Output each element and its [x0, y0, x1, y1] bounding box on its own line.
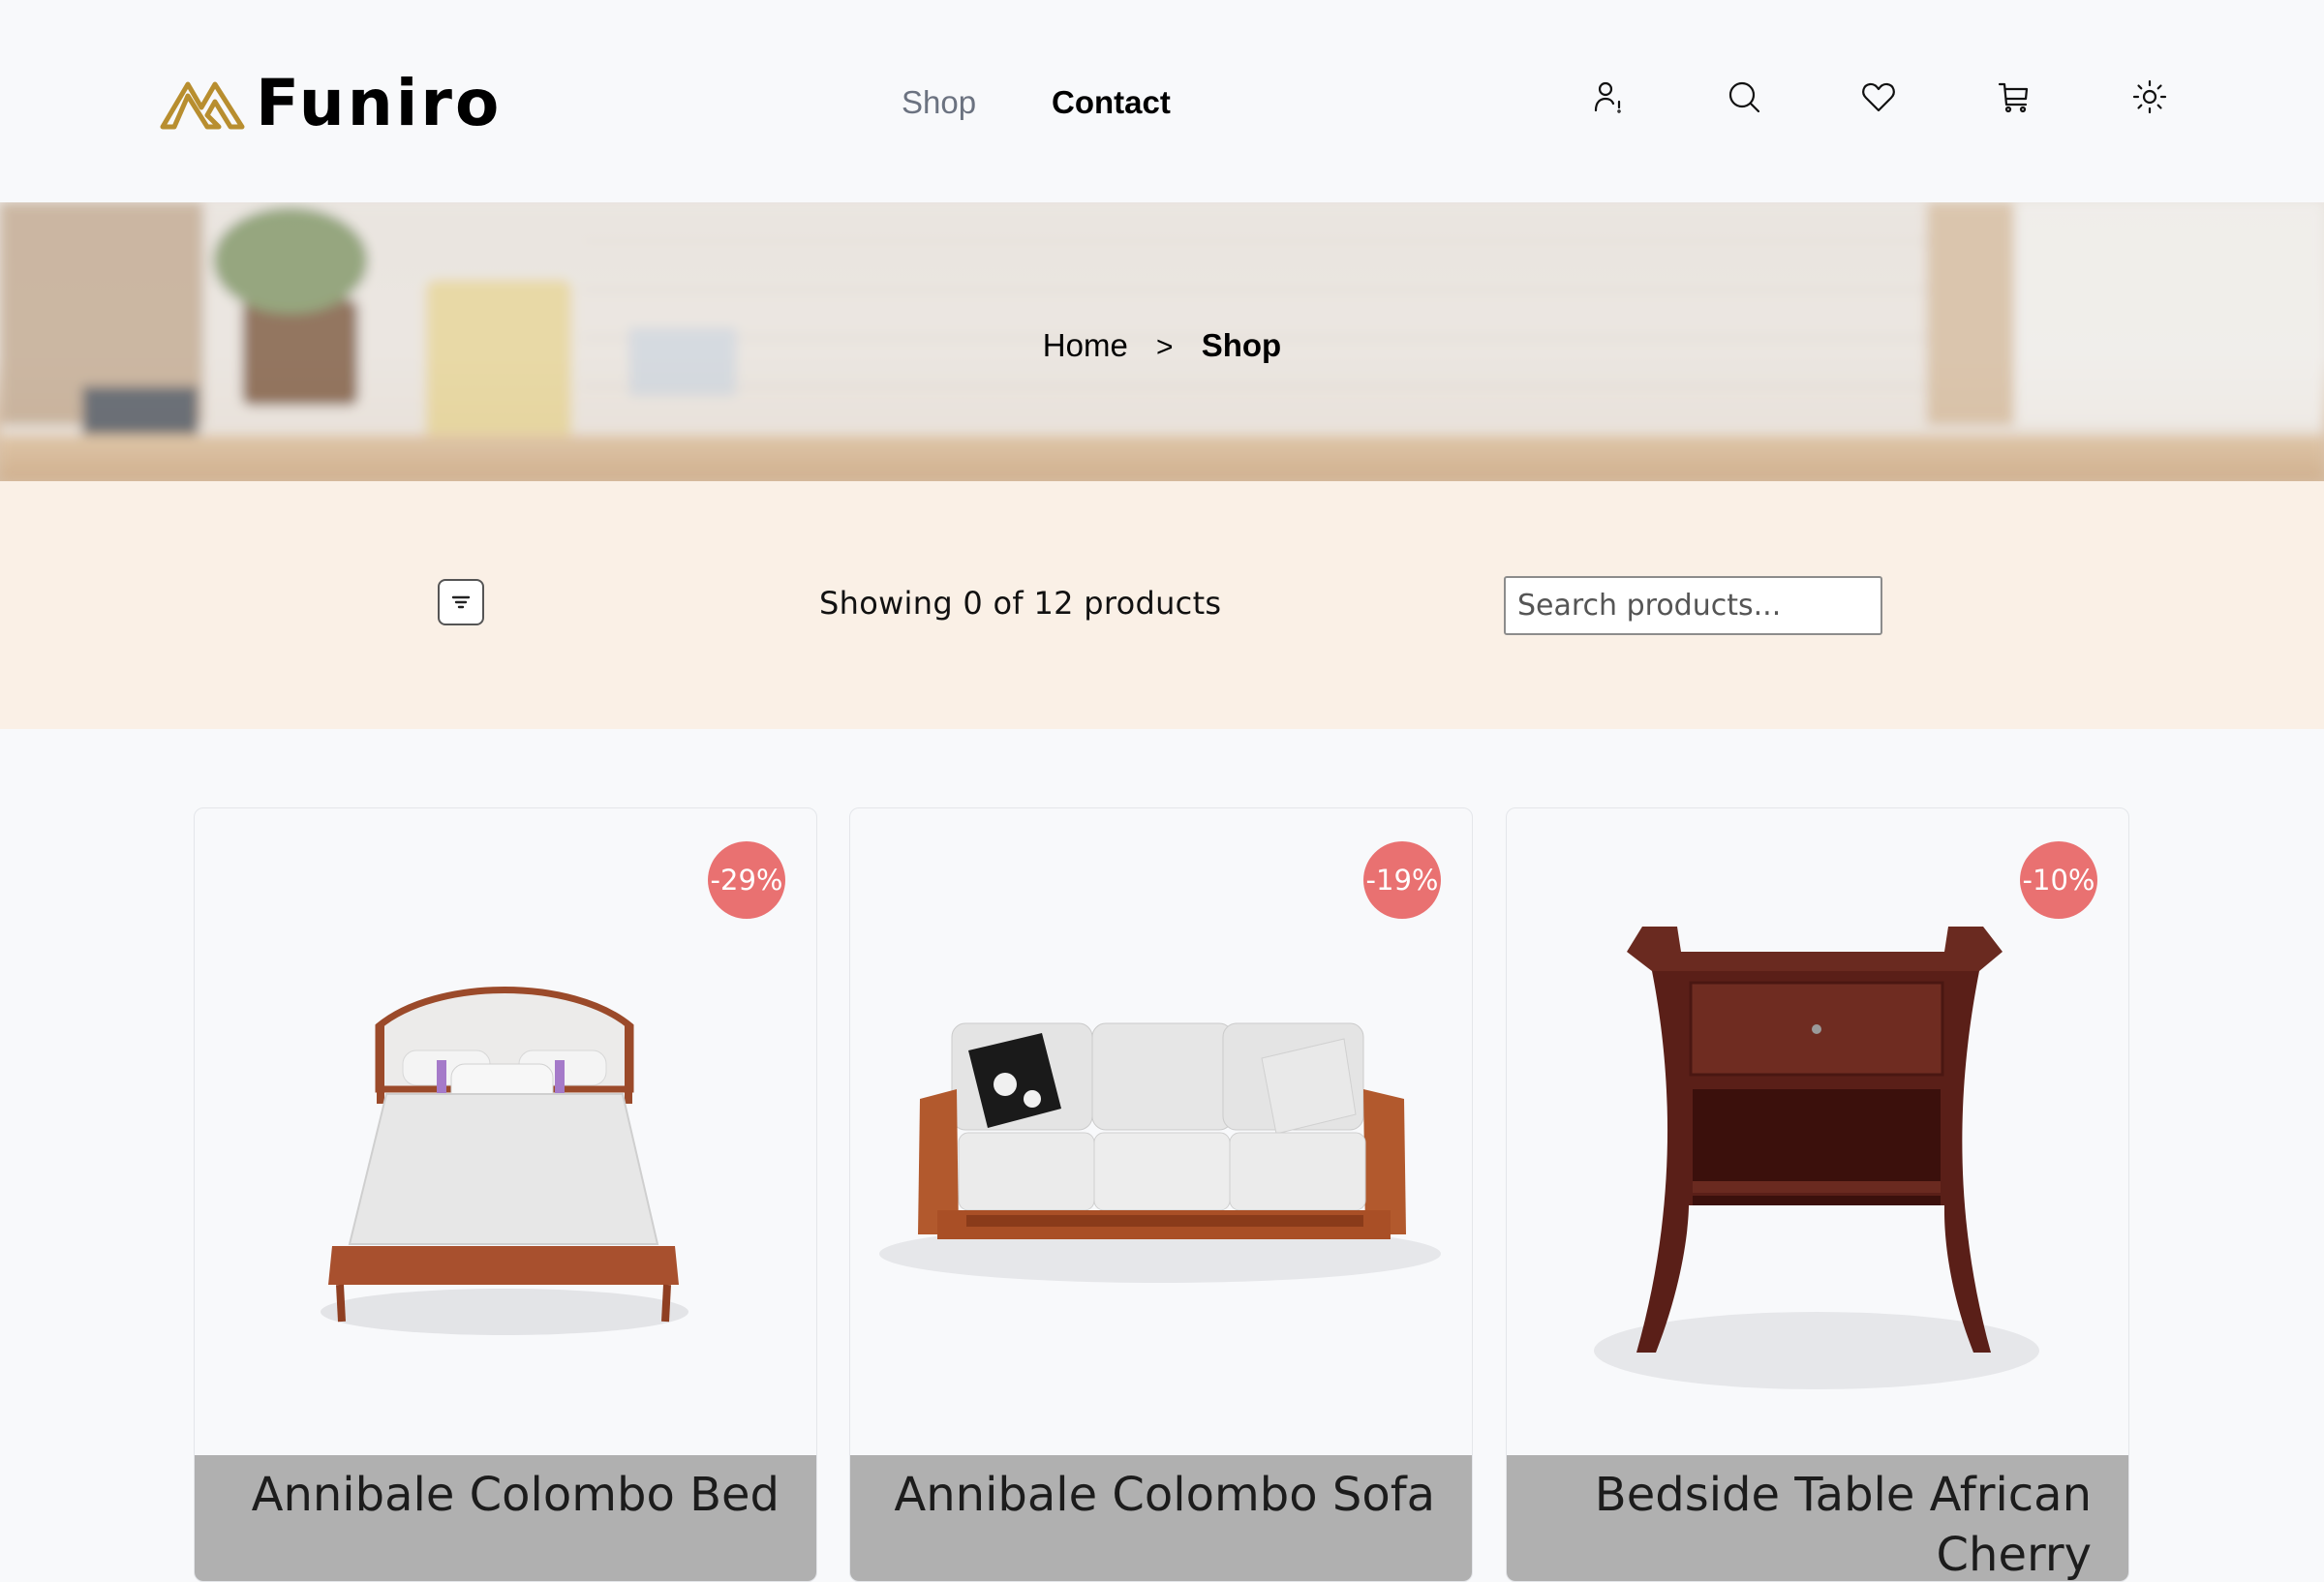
search-icon[interactable] — [1723, 76, 1765, 118]
product-name[interactable]: Annibale Colombo Sofa — [850, 1465, 1435, 1525]
product-card[interactable]: -29% Annibale Colombo Bed — [194, 807, 817, 1582]
product-name[interactable]: Bedside Table African Cherry — [1507, 1465, 2092, 1581]
breadcrumb-separator: > — [1156, 331, 1174, 363]
product-name[interactable]: Annibale Colombo Bed — [195, 1465, 780, 1525]
nav-contact-link[interactable]: Contact — [1052, 81, 1171, 124]
account-alert-icon[interactable] — [1586, 76, 1629, 118]
brand-name: Funiro — [256, 66, 503, 140]
heart-icon[interactable] — [1857, 76, 1900, 118]
filter-bar: Showing 0 of 12 products — [0, 481, 2324, 729]
product-info: Annibale Colombo Bed — [195, 1455, 816, 1581]
results-count: Showing 0 of 12 products — [819, 585, 1222, 622]
product-info: Annibale Colombo Sofa — [850, 1455, 1472, 1581]
breadcrumb-home-link[interactable]: Home — [1043, 327, 1128, 363]
sun-icon[interactable] — [2128, 76, 2171, 118]
filter-icon — [451, 595, 471, 609]
discount-badge: -29% — [708, 841, 785, 919]
breadcrumb: Home > Shop — [0, 325, 2324, 368]
shop-banner: Home > Shop — [0, 202, 2324, 481]
brand-logo-icon — [160, 81, 245, 130]
product-card[interactable]: -19% Annibale Colombo Sofa — [849, 807, 1473, 1582]
product-card[interactable]: -10% Bedside Table African Cherry — [1506, 807, 2129, 1582]
breadcrumb-current: Shop — [1201, 327, 1282, 363]
discount-badge: -19% — [1363, 841, 1441, 919]
filter-button[interactable] — [438, 579, 484, 625]
nav-shop-link[interactable]: Shop — [902, 81, 976, 124]
search-products-input[interactable] — [1504, 576, 1882, 635]
site-header: Funiro Shop Contact — [0, 0, 2324, 202]
cart-icon[interactable] — [1993, 76, 2035, 118]
product-info: Bedside Table African Cherry — [1507, 1455, 2128, 1581]
discount-badge: -10% — [2020, 841, 2097, 919]
brand-logo[interactable]: Funiro — [159, 70, 502, 137]
